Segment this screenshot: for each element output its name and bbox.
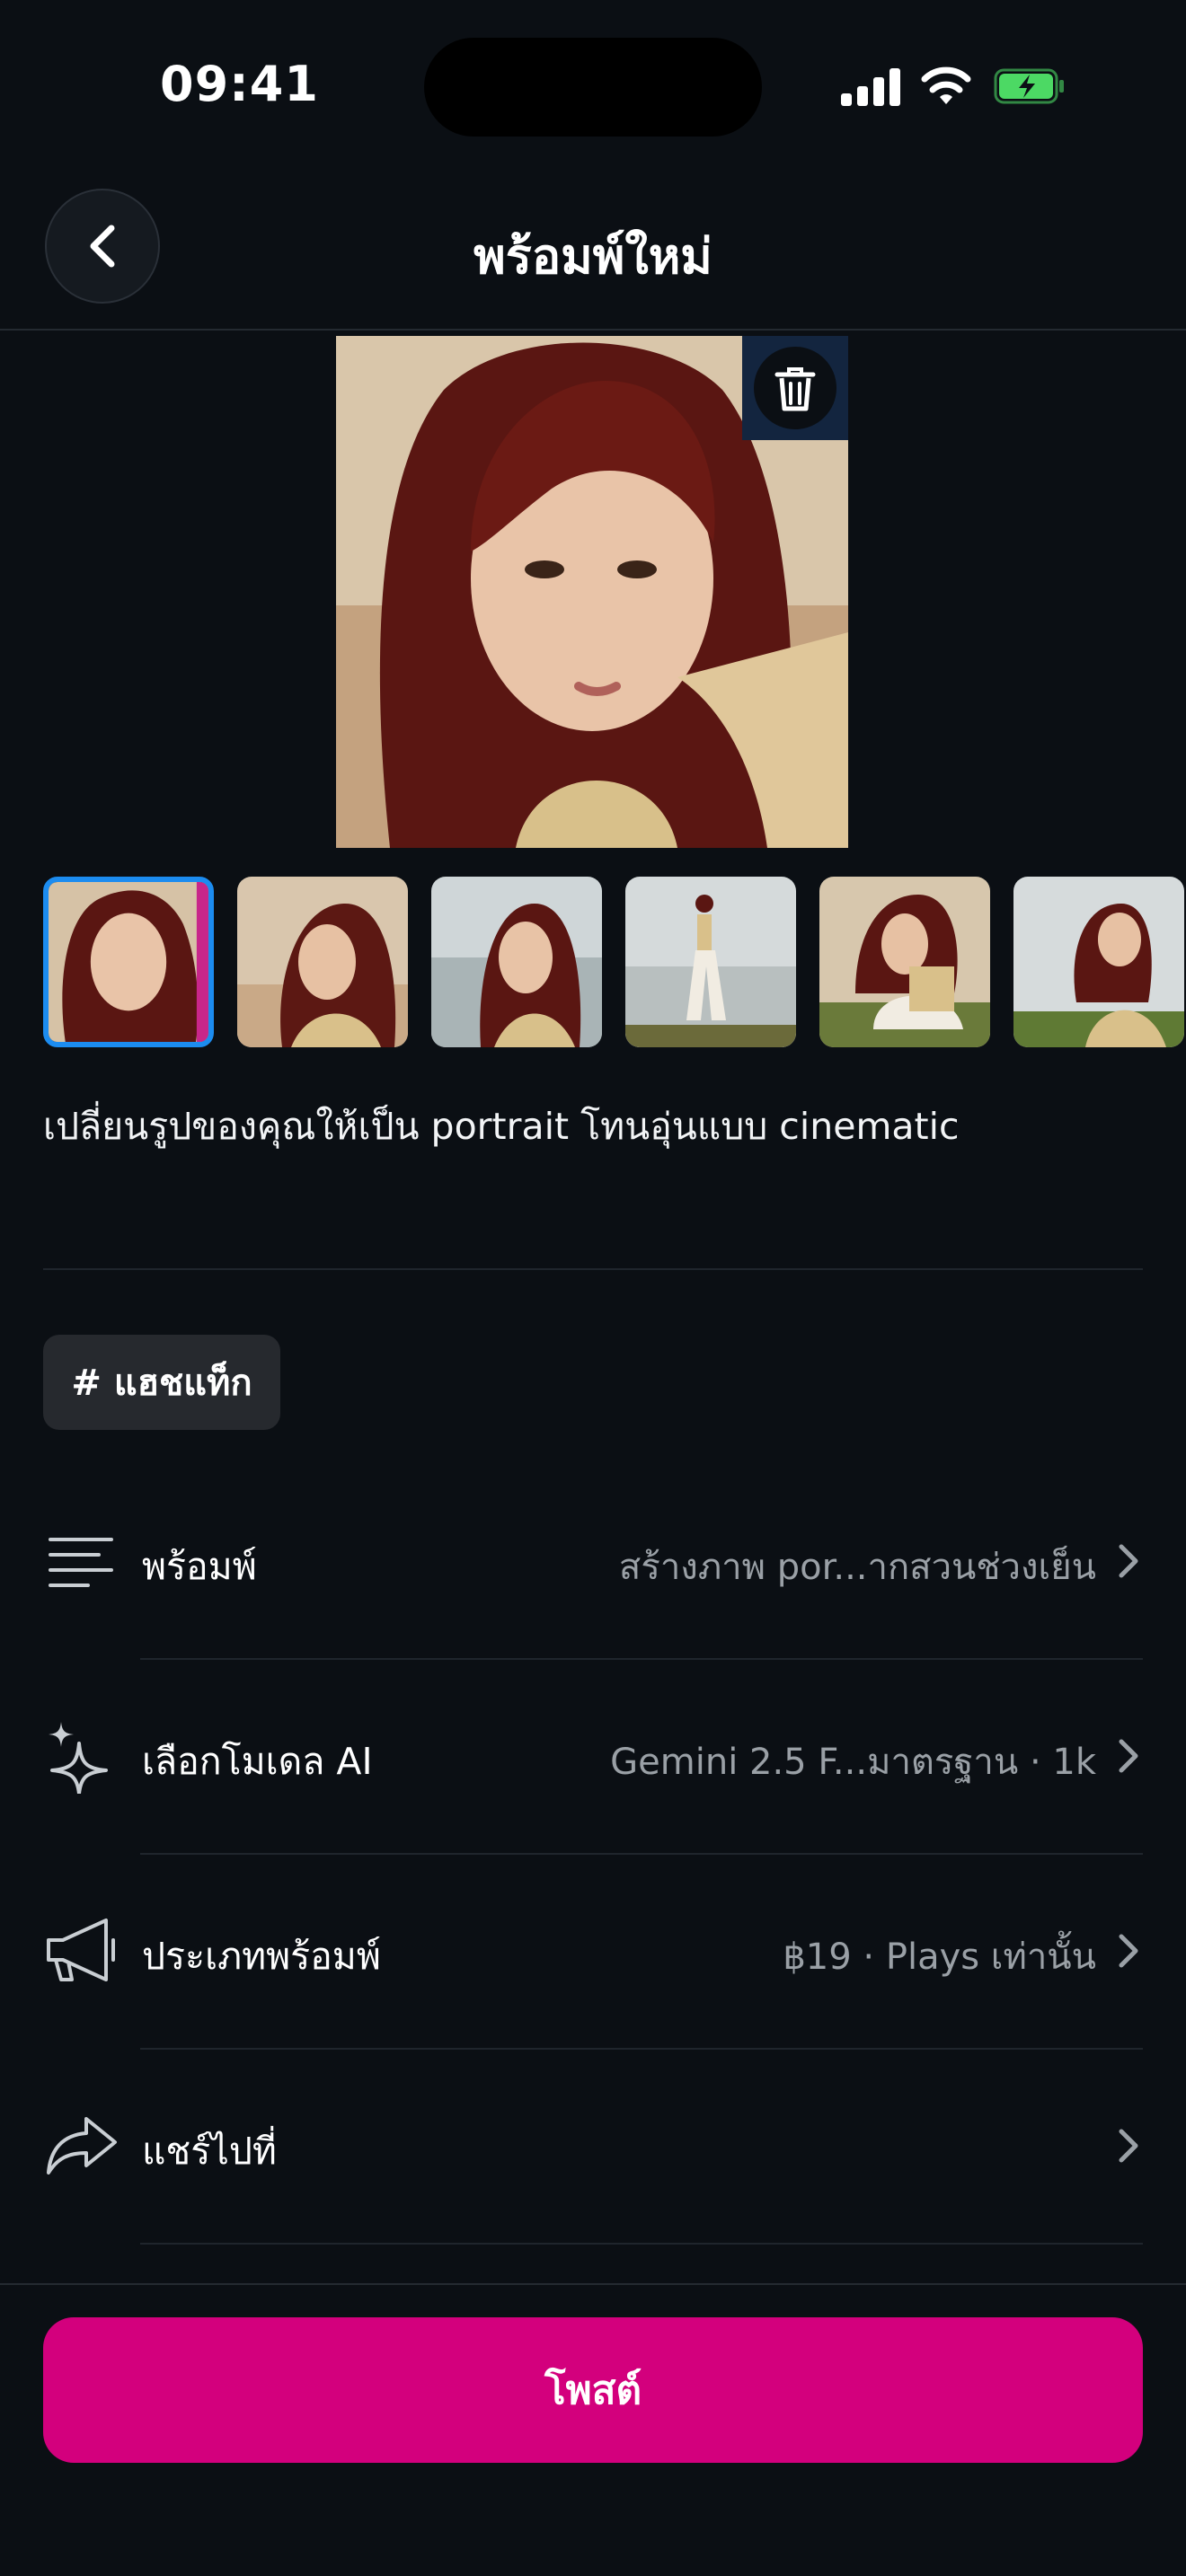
trash-icon — [774, 367, 816, 411]
sparkle-icon — [49, 1722, 108, 1794]
row-prompt-type[interactable]: ประเภทพร้อมพ์ ฿19 · Plays เท่านั้น — [43, 1854, 1143, 2048]
section-divider — [43, 1268, 1143, 1270]
row-ai-model-value: Gemini 2.5 F...มาตรฐาน · 1k — [610, 1742, 1096, 1783]
dynamic-island — [424, 38, 762, 137]
thumbnail-2[interactable] — [237, 877, 408, 1047]
prompt-description[interactable]: เปลี่ยนรูปของคุณให้เป็น portrait โทนอุ่น… — [43, 1098, 960, 1156]
row-prompt-type-label: ประเภทพร้อมพ์ — [142, 1935, 381, 1978]
thumbnail-5[interactable] — [819, 877, 990, 1047]
chevron-right-icon — [1119, 1739, 1138, 1773]
header-divider — [0, 329, 1186, 331]
status-time: 09:41 — [160, 56, 319, 112]
share-arrow-icon — [47, 2117, 117, 2175]
row-ai-model[interactable]: เลือกโมเดล AI Gemini 2.5 F...มาตรฐาน · 1… — [43, 1659, 1143, 1853]
row-prompt-value: สร้างภาพ por...ากสวนช่วงเย็น — [618, 1547, 1096, 1588]
thumbnail-6[interactable] — [1013, 877, 1184, 1047]
thumbnail-4[interactable] — [625, 877, 796, 1047]
row-share-to[interactable]: แชร์ไปที่ — [43, 2049, 1143, 2243]
lines-icon — [49, 1538, 113, 1587]
thumbnail-3[interactable] — [431, 877, 602, 1047]
footer-divider — [0, 2283, 1186, 2285]
wifi-icon — [921, 66, 971, 104]
megaphone-icon — [47, 1919, 115, 1981]
row-share-to-label: แชร์ไปที่ — [142, 2130, 277, 2173]
row-ai-model-label: เลือกโมเดล AI — [142, 1740, 373, 1783]
chevron-right-icon — [1119, 1934, 1138, 1968]
hashtag-button[interactable]: # แฮชแท็ก — [43, 1335, 280, 1430]
delete-image-button[interactable] — [742, 336, 848, 440]
post-button[interactable]: โพสต์ — [43, 2317, 1143, 2463]
row-prompt[interactable]: พร้อมพ์ สร้างภาพ por...ากสวนช่วงเย็น — [43, 1464, 1143, 1658]
thumbnail-1[interactable] — [43, 877, 214, 1047]
battery-charging-icon — [994, 68, 1064, 104]
cellular-signal-icon — [841, 66, 902, 106]
thumbnail-strip[interactable] — [43, 877, 1186, 1051]
row-divider — [140, 2243, 1143, 2245]
chevron-right-icon — [1119, 2129, 1138, 2163]
chevron-right-icon — [1119, 1544, 1138, 1578]
row-prompt-type-value: ฿19 · Plays เท่านั้น — [783, 1936, 1096, 1978]
row-prompt-label: พร้อมพ์ — [142, 1545, 257, 1588]
page-title: พร้อมพ์ใหม่ — [474, 228, 712, 285]
